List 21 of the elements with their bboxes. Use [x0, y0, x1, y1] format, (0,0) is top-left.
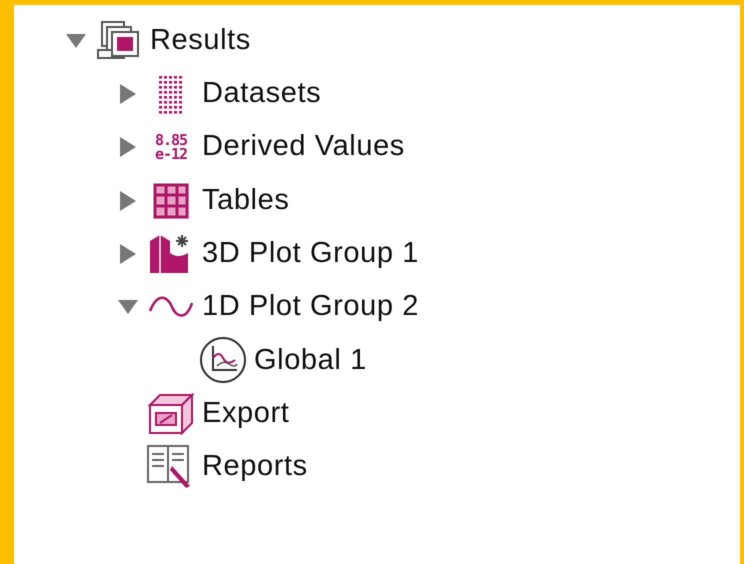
tree-item-label[interactable]: Export	[202, 392, 290, 436]
tree-item-label[interactable]: 3D Plot Group 1	[202, 232, 419, 276]
circled-graph-icon	[199, 336, 247, 384]
tree-item-label[interactable]: Derived Values	[202, 125, 405, 169]
collapse-triangle-icon[interactable]	[117, 299, 139, 316]
wave-icon	[148, 295, 194, 320]
export-box-icon	[146, 392, 196, 435]
table-icon	[153, 182, 189, 219]
tree-item-label[interactable]: Datasets	[202, 72, 322, 116]
expand-triangle-icon[interactable]	[119, 82, 137, 105]
expand-triangle-icon[interactable]	[119, 190, 137, 212]
icon-number: 8.85	[154, 133, 188, 148]
expand-triangle-icon[interactable]	[119, 242, 137, 265]
expand-triangle-icon[interactable]	[119, 136, 137, 158]
tree-item-label[interactable]: Tables	[202, 178, 290, 222]
tree-item-label[interactable]: Global 1	[254, 338, 367, 382]
tree-item-label[interactable]: Results	[150, 18, 251, 62]
collapse-triangle-icon[interactable]	[65, 32, 87, 49]
tree-item-label[interactable]: Reports	[202, 445, 308, 489]
icon-number: e-12	[154, 147, 188, 162]
tree-item-label[interactable]: 1D Plot Group 2	[202, 285, 419, 329]
